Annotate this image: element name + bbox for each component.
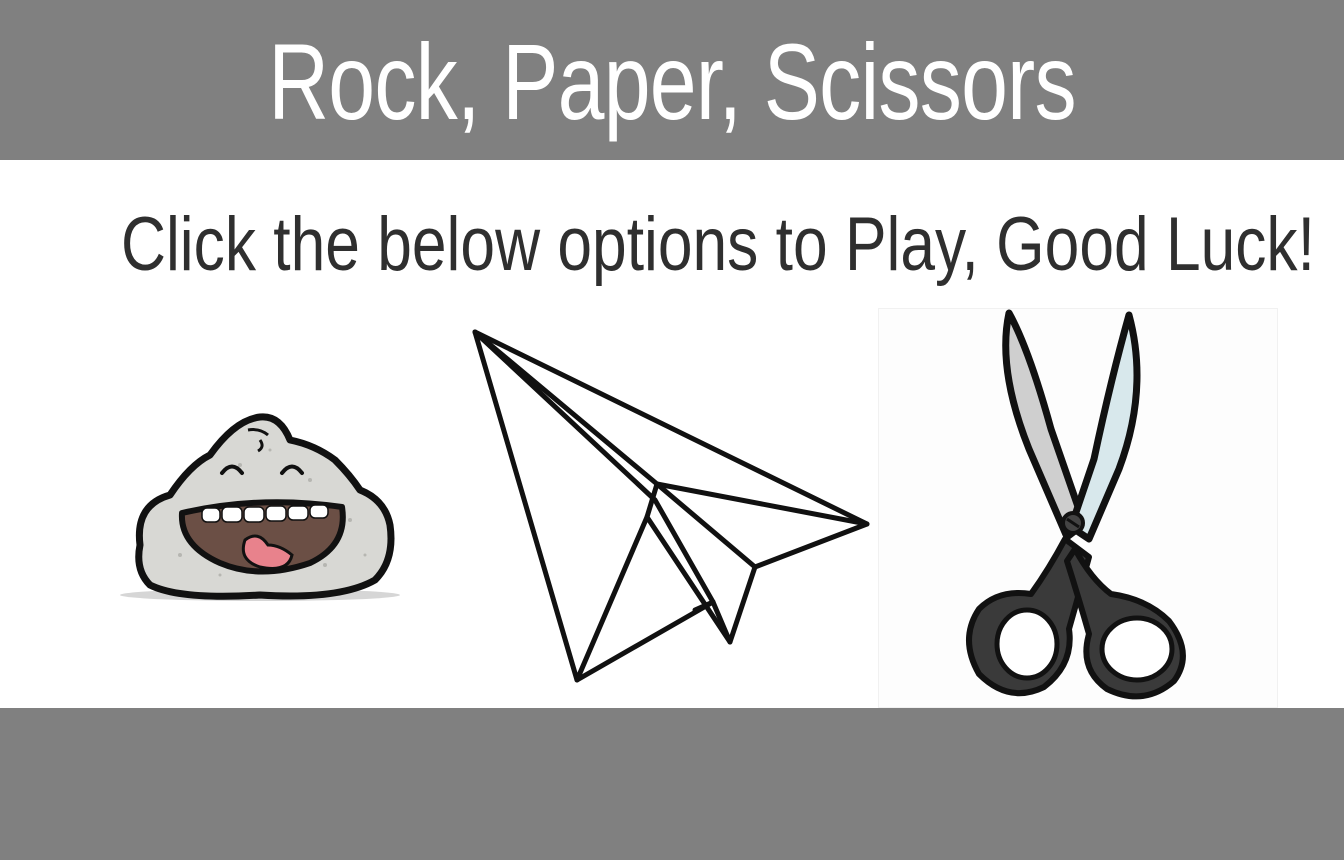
instructions-text: Click the below options to Play, Good Lu…: [120, 202, 1315, 287]
header-bar: Rock, Paper, Scissors: [0, 0, 1344, 160]
scissors-icon: [966, 309, 1186, 700]
rock-cartoon-icon: [120, 413, 400, 601]
page-title: Rock, Paper, Scissors: [268, 21, 1076, 142]
paper-plane-icon: [472, 329, 870, 683]
scissors-option[interactable]: [878, 308, 1278, 708]
paper-option[interactable]: [465, 322, 875, 687]
rock-option[interactable]: [110, 395, 410, 610]
footer-bar: [0, 708, 1344, 860]
